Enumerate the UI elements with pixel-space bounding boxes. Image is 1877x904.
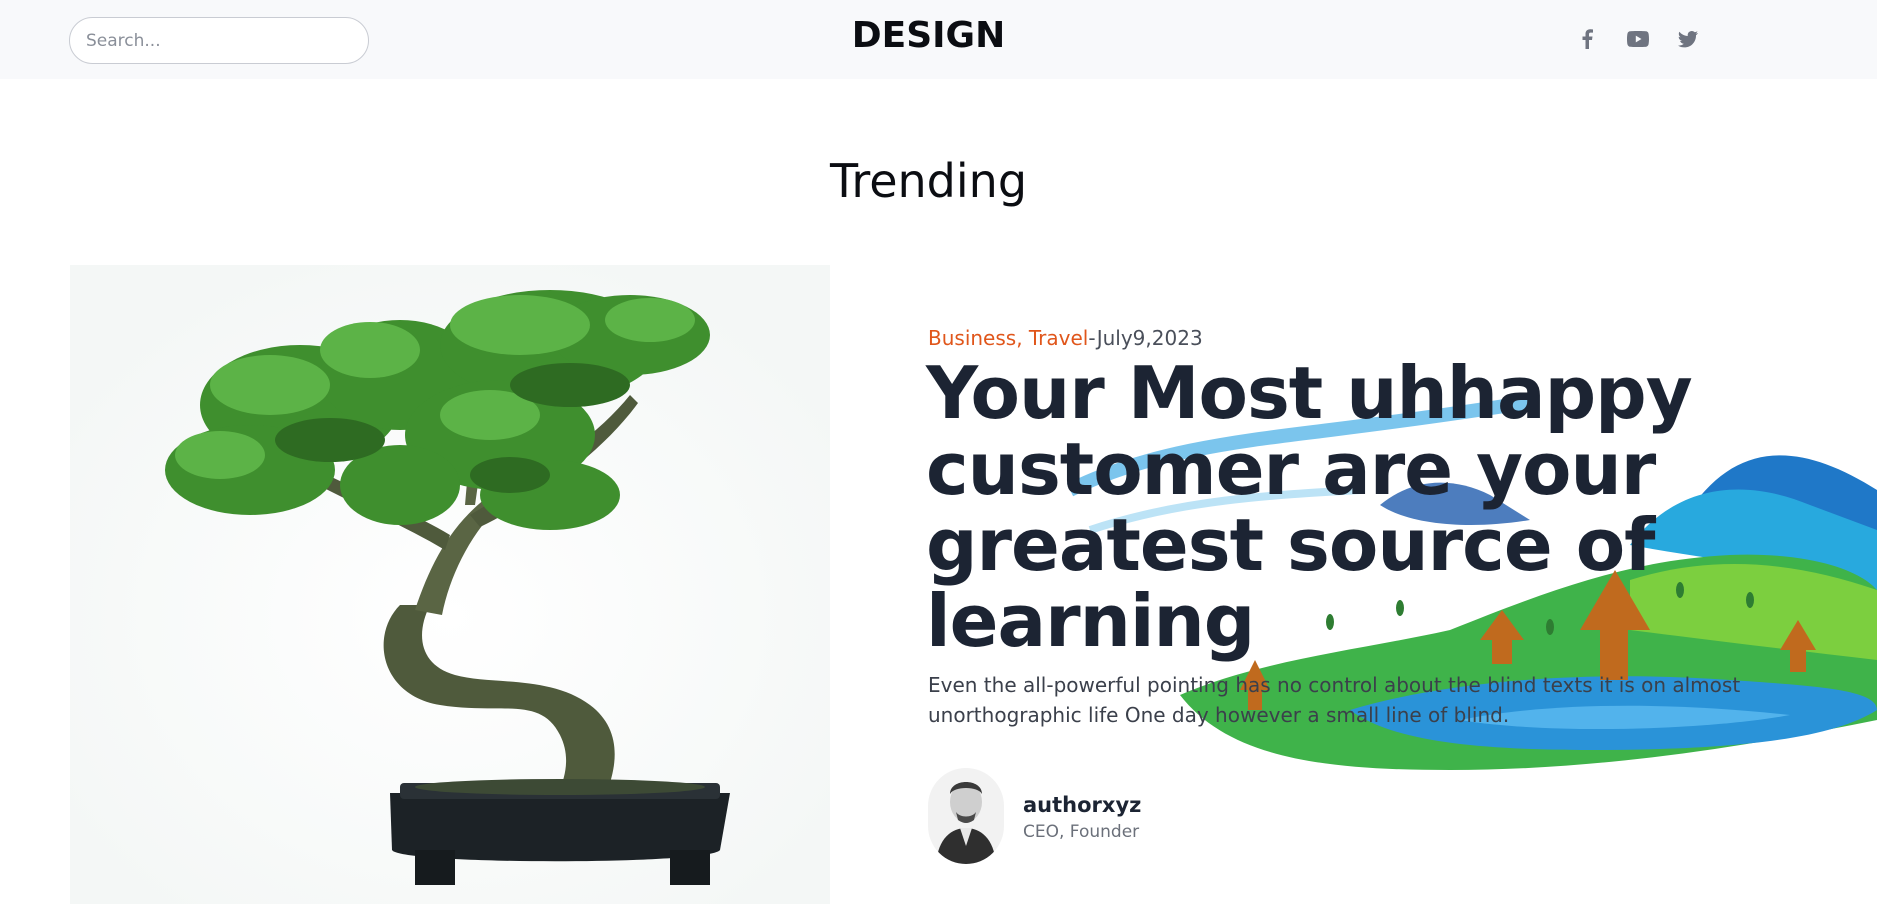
post-categories[interactable]: Business, Travel xyxy=(928,326,1088,350)
youtube-icon[interactable] xyxy=(1623,24,1653,54)
author-name[interactable]: authorxyz xyxy=(1023,793,1141,817)
post-summary: Even the all-powerful pointing has no co… xyxy=(928,673,1741,727)
bonsai-image xyxy=(70,265,830,904)
avatar xyxy=(928,768,1004,864)
author-role: CEO, Founder xyxy=(1023,822,1140,842)
twitter-icon[interactable] xyxy=(1673,24,1703,54)
author-card: authorxyz CEO, Founder xyxy=(928,768,1141,864)
post-meta: Business, Travel-July9,2023 xyxy=(928,326,1203,350)
top-bar: DESIGN xyxy=(0,0,1877,79)
meta-separator: - xyxy=(1088,326,1097,350)
section-title: Trending xyxy=(829,154,1028,208)
post-title[interactable]: Your Most uhhappy customer are your grea… xyxy=(926,355,1726,659)
facebook-icon[interactable] xyxy=(1572,24,1602,54)
post-date: July9,2023 xyxy=(1096,326,1203,350)
